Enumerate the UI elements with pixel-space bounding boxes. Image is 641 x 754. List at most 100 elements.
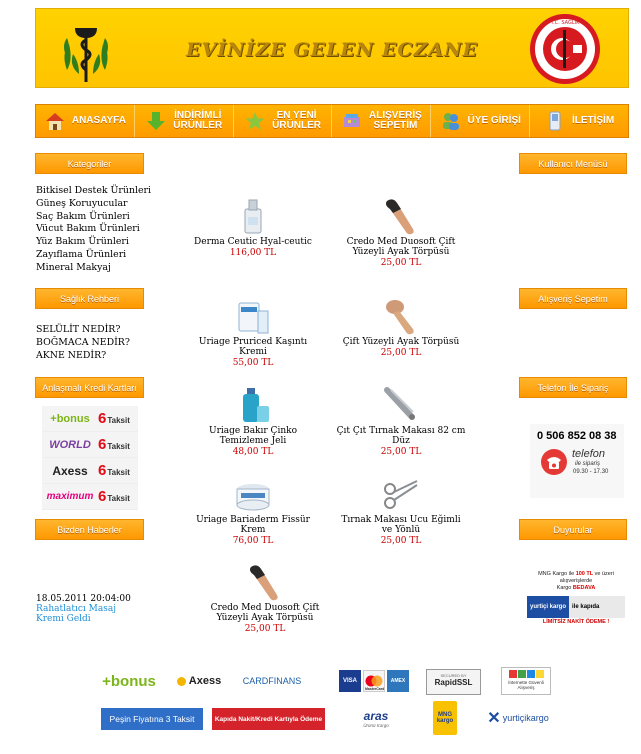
product-card[interactable]: Credo Med Duosoft Çift Yüzeyli Ayak Törp…: [200, 563, 330, 634]
shopping-cart-header: Alışveriş Sepetim: [519, 288, 627, 309]
cardfinans-logo: CARDFINANS: [242, 676, 302, 686]
announcements-header: Duyurular: [519, 519, 627, 540]
safe-shopping-seal[interactable]: İnternette Güvenli Alışveriş: [501, 667, 551, 695]
phone-hours: 09.30 - 17.30: [573, 469, 609, 475]
cream-jar-icon: [236, 484, 270, 511]
category-item[interactable]: Mineral Makyaj: [36, 262, 151, 275]
categories-header: Kategoriler: [35, 153, 144, 174]
phone-sub: ile sipariş: [575, 461, 601, 467]
category-item[interactable]: Yüz Bakım Ürünleri: [36, 236, 151, 249]
news-header: Bizden Haberler: [35, 519, 144, 540]
product-name[interactable]: Çift Yüzeyli Ayak Törpüsü: [336, 337, 466, 347]
amex-logo: AMEX: [387, 670, 409, 692]
category-item[interactable]: Güneş Koruyucular: [36, 198, 151, 211]
credit-card-list: +bonus 6Taksit WORLD 6Taksit Axess 6Taks…: [42, 406, 138, 510]
category-item[interactable]: Zayıflama Ürünleri: [36, 249, 151, 262]
category-item[interactable]: Bitkisel Destek Ürünleri: [36, 185, 151, 198]
announcement-banner: MNG Kargo ile 100 TL ve üzeri alışverişl…: [527, 571, 625, 632]
product-card[interactable]: Derma Ceutic Hyal-ceutic 116,00 TL: [188, 197, 318, 258]
category-item[interactable]: Vücut Bakım Ürünleri: [36, 223, 151, 236]
product-name[interactable]: Derma Ceutic Hyal-ceutic: [188, 237, 318, 247]
payment-methods: VISA MasterCard AMEX: [339, 670, 411, 694]
guide-item[interactable]: SELÜLİT NEDİR?: [36, 324, 130, 337]
card-row-world: WORLD 6Taksit: [42, 432, 138, 458]
site-header: EVİNİZE GELEN ECZANE T.C. SAĞLIK: [35, 8, 629, 88]
nav-discounted[interactable]: İNDİRİMLİ ÜRÜNLER: [135, 105, 234, 137]
product-price: 116,00 TL: [229, 248, 277, 258]
product-price: 25,00 TL: [380, 536, 422, 546]
user-menu-header: Kullanıcı Menüsü: [519, 153, 627, 174]
card-row-axess: Axess 6Taksit: [42, 458, 138, 484]
users-icon: [442, 113, 459, 130]
cash-on-delivery-button[interactable]: Kapıda Nakit/Kredi Kartıyla Ödeme: [212, 708, 325, 730]
card-name: maximum: [46, 491, 94, 502]
product-card[interactable]: Uriage Pruriced Kaşıntı Kremi 55,00 TL: [188, 297, 318, 368]
mastercard-logo: MasterCard: [363, 670, 385, 692]
product-name[interactable]: Credo Med Duosoft Çift Yüzeyli Ayak Törp…: [200, 603, 330, 623]
product-card[interactable]: Çift Yüzeyli Ayak Törpüsü 25,00 TL: [336, 297, 466, 358]
svg-text:T.C. SAĞLIK: T.C. SAĞLIK: [550, 19, 580, 26]
product-price: 25,00 TL: [380, 258, 422, 268]
product-price: 76,00 TL: [232, 536, 274, 546]
category-item[interactable]: Saç Bakım Ürünleri: [36, 211, 151, 224]
phone-word: telefon: [572, 448, 606, 460]
card-name: Axess: [52, 463, 88, 478]
product-price: 25,00 TL: [244, 624, 286, 634]
yurtici-logo: yurtiçi kargo: [527, 596, 570, 618]
rapidssl-seal[interactable]: SECURED BY RapidSSL: [426, 669, 481, 695]
main-nav: ANASAYFA İNDİRİMLİ ÜRÜNLER EN YENİ ÜRÜNL…: [35, 104, 629, 138]
credit-cards-header: Anlaşmalı Kredi Kartları: [35, 377, 144, 398]
aras-cargo-logo: aras Ürünü Kargo: [363, 708, 389, 728]
serum-bottle-icon: [244, 199, 262, 234]
phone-number: 0 506 852 08 38: [537, 430, 617, 442]
down-arrow-icon: [147, 112, 166, 130]
product-name[interactable]: Uriage Pruriced Kaşıntı Kremi: [188, 337, 318, 357]
foot-file-icon: [250, 565, 278, 601]
product-card[interactable]: Uriage Bakır Çinko Temizleme Jeli 48,00 …: [188, 386, 318, 457]
phone-icon: [549, 111, 561, 131]
guide-item[interactable]: AKNE NEDİR?: [36, 350, 130, 363]
card-row-maximum: maximum 6Taksit: [42, 484, 138, 510]
card-name: +bonus: [50, 412, 90, 425]
nav-home[interactable]: ANASAYFA: [36, 105, 135, 137]
yurtici-cargo-logo: ✕ yurtiçikargo: [487, 710, 549, 727]
news-link[interactable]: Rahatlatıcı Masaj Kremi Geldi: [36, 604, 136, 624]
foot-file-icon: [386, 300, 414, 335]
product-card[interactable]: Çıt Çıt Tırnak Makası 82 cm Düz 25,00 TL: [336, 386, 466, 457]
product-price: 48,00 TL: [232, 447, 274, 457]
cream-tube-icon: [238, 302, 269, 334]
taksit-badge: 6Taksit: [98, 436, 130, 453]
yurtici-cod-banner: yurtiçi kargo ile kapıda: [527, 596, 625, 618]
installment-button[interactable]: Peşin Fiyatına 3 Taksit: [101, 708, 203, 730]
product-price: 25,00 TL: [380, 447, 422, 457]
product-price: 25,00 TL: [380, 348, 422, 358]
product-name[interactable]: Uriage Bariaderm Fissür Krem: [188, 515, 318, 535]
phone-order-banner: 0 506 852 08 38 telefon ile sipariş 09.3…: [530, 424, 624, 498]
star-icon: [245, 112, 265, 130]
home-icon: [45, 113, 64, 130]
product-name[interactable]: Uriage Bakır Çinko Temizleme Jeli: [188, 426, 318, 446]
nav-newest[interactable]: EN YENİ ÜRÜNLER: [234, 105, 333, 137]
category-list: Bitkisel Destek Ürünleri Güneş Koruyucul…: [36, 185, 151, 275]
product-card[interactable]: Credo Med Duosoft Çift Yüzeyli Ayak Törp…: [336, 197, 466, 268]
product-name[interactable]: Tırnak Makası Ucu Eğimli ve Yönlü: [336, 515, 466, 535]
guide-item[interactable]: BOĞMACA NEDİR?: [36, 337, 130, 350]
gel-bottle-icon: [243, 388, 269, 422]
product-card[interactable]: Tırnak Makası Ucu Eğimli ve Yönlü 25,00 …: [336, 475, 466, 546]
visa-logo: VISA: [339, 670, 361, 692]
basket-icon: [344, 114, 360, 127]
scissors-icon: [384, 480, 418, 509]
foot-file-icon: [386, 199, 414, 235]
product-price: 55,00 TL: [232, 358, 274, 368]
nav-contact[interactable]: İLETİŞİM: [530, 105, 628, 137]
product-name[interactable]: Credo Med Duosoft Çift Yüzeyli Ayak Törp…: [336, 237, 466, 257]
health-guide-list: SELÜLİT NEDİR? BOĞMACA NEDİR? AKNE NEDİR…: [36, 324, 130, 362]
axess-logo: Axess: [176, 672, 222, 690]
mng-cargo-logo: MNG kargo: [433, 701, 457, 735]
product-name[interactable]: Çıt Çıt Tırnak Makası 82 cm Düz: [336, 426, 466, 446]
nav-cart[interactable]: ALIŞVERİŞ SEPETİM: [332, 105, 432, 137]
product-card[interactable]: Uriage Bariaderm Fissür Krem 76,00 TL: [188, 475, 318, 546]
telephone-icon: [541, 449, 567, 475]
nav-login[interactable]: ÜYE GİRİŞİ: [431, 105, 531, 137]
news-date: 18.05.2011 20:04:00: [36, 594, 131, 604]
